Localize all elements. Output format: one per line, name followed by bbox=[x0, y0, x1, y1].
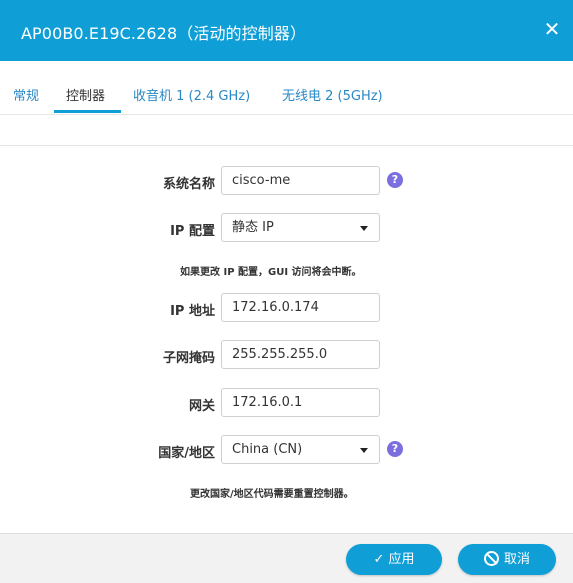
tab-controller[interactable]: 控制器 bbox=[66, 85, 105, 104]
gateway-label: 网关 bbox=[188, 399, 215, 414]
system-name-label: 系统名称 bbox=[162, 177, 215, 192]
ip-config-value: 静态 IP bbox=[232, 220, 274, 235]
tab-radio-1[interactable]: 收音机 1 (2.4 GHz) bbox=[133, 85, 250, 104]
subnet-mask-input[interactable] bbox=[221, 340, 380, 369]
dialog-header: AP00B0.E19C.2628（活动的控制器） ✕ bbox=[0, 0, 573, 61]
ban-icon bbox=[483, 551, 499, 566]
country-select[interactable]: China (CN) bbox=[221, 435, 380, 464]
apply-button[interactable]: ✓ 应用 bbox=[346, 544, 442, 575]
subnet-mask-label: 子网掩码 bbox=[162, 351, 215, 366]
system-name-input[interactable] bbox=[221, 166, 380, 195]
gateway-input[interactable] bbox=[221, 388, 380, 417]
dialog-footer: ✓ 应用 取消 bbox=[0, 533, 573, 583]
country-label: 国家/地区 bbox=[158, 446, 215, 461]
tab-radio-2[interactable]: 无线电 2 (5GHz) bbox=[282, 85, 383, 104]
cancel-button[interactable]: 取消 bbox=[458, 544, 556, 575]
close-icon[interactable]: ✕ bbox=[541, 18, 563, 40]
caret-down-icon bbox=[360, 226, 368, 231]
active-tab-indicator bbox=[54, 110, 121, 113]
apply-label: 应用 bbox=[388, 552, 415, 567]
ip-address-label: IP 地址 bbox=[170, 304, 215, 319]
check-icon: ✓ bbox=[373, 552, 385, 567]
country-note: 更改国家/地区代码需要重置控制器。 bbox=[190, 489, 354, 500]
help-icon[interactable]: ? bbox=[387, 172, 403, 188]
help-icon[interactable]: ? bbox=[387, 441, 403, 457]
ip-address-input[interactable] bbox=[221, 293, 380, 322]
country-value: China (CN) bbox=[232, 442, 303, 457]
cancel-label: 取消 bbox=[503, 552, 530, 567]
ip-config-label: IP 配置 bbox=[170, 224, 215, 239]
ip-config-note: 如果更改 IP 配置，GUI 访问将会中断。 bbox=[180, 267, 362, 278]
tab-general[interactable]: 常规 bbox=[13, 85, 39, 104]
dialog-title: AP00B0.E19C.2628（活动的控制器） bbox=[21, 24, 307, 43]
caret-down-icon bbox=[360, 448, 368, 453]
ip-config-select[interactable]: 静态 IP bbox=[221, 213, 380, 242]
tab-bar: 常规 控制器 收音机 1 (2.4 GHz) 无线电 2 (5GHz) bbox=[0, 61, 573, 115]
